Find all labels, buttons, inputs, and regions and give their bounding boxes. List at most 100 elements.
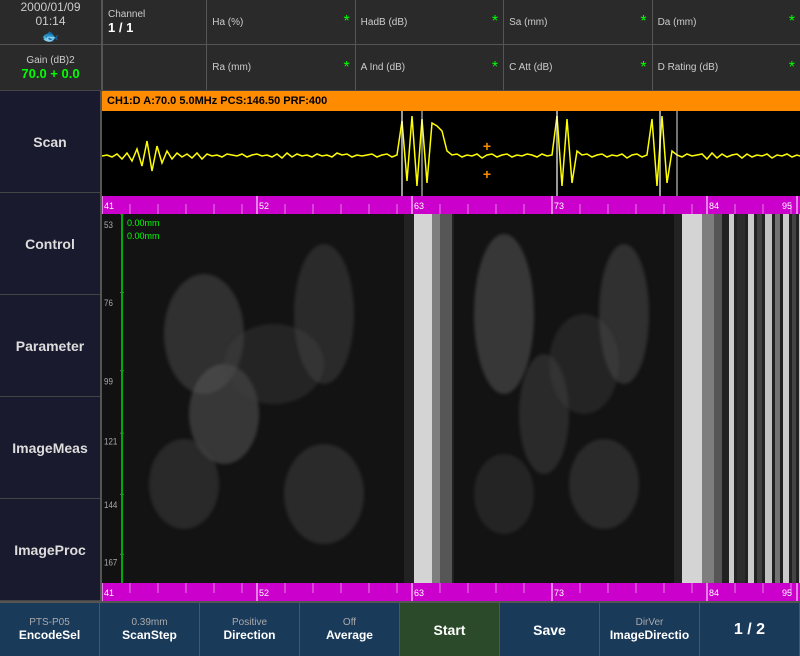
status-scanstep-top: 0.39mm <box>131 617 167 628</box>
scan-image: 0.00mm 0.00mm <box>124 214 800 583</box>
svg-text:84: 84 <box>709 588 719 598</box>
svg-text:52: 52 <box>259 201 269 211</box>
status-average[interactable]: Off Average <box>300 603 400 656</box>
header: 2000/01/09 01:14 🐟 Gain (dB)2 70.0 + 0.0… <box>0 0 800 91</box>
header-left: 2000/01/09 01:14 🐟 Gain (dB)2 70.0 + 0.0 <box>0 0 102 90</box>
sidebar-item-parameter[interactable]: Parameter <box>0 295 100 397</box>
svg-text:73: 73 <box>554 201 564 211</box>
svg-text:53: 53 <box>104 219 113 230</box>
ha-ast: * <box>343 13 349 31</box>
top-ruler-svg: 41 52 63 73 84 95 <box>102 196 800 214</box>
mm-label-2: 0.00mm <box>127 230 160 243</box>
svg-text:167: 167 <box>104 557 118 568</box>
svg-text:+: + <box>483 166 491 182</box>
status-scanstep-bottom: ScanStep <box>122 628 177 642</box>
da-ast: * <box>789 13 795 31</box>
svg-text:52: 52 <box>259 588 269 598</box>
header-cols: Channel 1 / 1 Ha (%) * Ra (mm) * HadB (d… <box>102 0 800 90</box>
svg-text:121: 121 <box>104 436 118 447</box>
drating-bottom: D Rating (dB) * <box>653 45 800 90</box>
gain-section: Gain (dB)2 70.0 + 0.0 <box>0 45 101 90</box>
svg-text:84: 84 <box>709 201 719 211</box>
channel-top: Channel 1 / 1 <box>103 0 206 45</box>
date-display: 2000/01/09 <box>20 0 80 14</box>
main-area: Scan Control Parameter ImageMeas ImagePr… <box>0 91 800 601</box>
aind-ast: * <box>492 59 498 77</box>
svg-text:76: 76 <box>104 298 113 309</box>
status-start-button[interactable]: Start <box>400 603 500 656</box>
gain-value: 70.0 + 0.0 <box>21 66 79 81</box>
sidebar-item-control[interactable]: Control <box>0 193 100 295</box>
da-col: Da (mm) * D Rating (dB) * <box>652 0 800 90</box>
channel-info-bar: CH1:D A:70.0 5.0MHz PCS:146.50 PRF:400 <box>102 91 800 111</box>
status-scanstep[interactable]: 0.39mm ScanStep <box>100 603 200 656</box>
scan-area: 53 76 99 121 144 167 <box>102 214 800 583</box>
depth-ruler: 53 76 99 121 144 167 <box>102 214 124 583</box>
svg-text:99: 99 <box>104 376 113 387</box>
svg-text:63: 63 <box>414 588 424 598</box>
aind-bottom: A Ind (dB) * <box>356 45 503 90</box>
hadb-top: HadB (dB) * <box>356 0 503 45</box>
bottom-ruler: 41 52 63 73 84 95 <box>102 583 800 601</box>
sidebar-item-imageproc[interactable]: ImageProc <box>0 499 100 601</box>
sidebar-item-imagemeas[interactable]: ImageMeas <box>0 397 100 499</box>
hadb-col: HadB (dB) * A Ind (dB) * <box>355 0 503 90</box>
drating-ast: * <box>789 59 795 77</box>
svg-text:41: 41 <box>104 201 114 211</box>
hadb-ast: * <box>492 13 498 31</box>
gain-label: Gain (dB)2 <box>26 55 74 66</box>
ha-top: Ha (%) * <box>207 0 354 45</box>
fish-icon: 🐟 <box>42 28 59 45</box>
catt-bottom: C Att (dB) * <box>504 45 651 90</box>
status-average-top: Off <box>343 617 356 628</box>
svg-text:95: 95 <box>782 201 792 211</box>
ra-bottom: Ra (mm) * <box>207 45 354 90</box>
sa-top: Sa (mm) * <box>504 0 651 45</box>
status-dirver[interactable]: DirVer ImageDirectio <box>600 603 700 656</box>
svg-text:63: 63 <box>414 201 424 211</box>
sa-ast: * <box>640 13 646 31</box>
ra-ast: * <box>343 59 349 77</box>
status-save-label: Save <box>533 622 566 638</box>
status-direction-top: Positive <box>232 617 267 628</box>
mm-labels: 0.00mm 0.00mm <box>127 217 160 242</box>
svg-text:41: 41 <box>104 588 114 598</box>
sa-col: Sa (mm) * C Att (dB) * <box>503 0 651 90</box>
svg-text:+: + <box>483 138 491 154</box>
svg-text:95: 95 <box>782 588 792 598</box>
status-dirver-bottom: ImageDirectio <box>610 628 689 642</box>
status-page-label: 1 / 2 <box>734 621 765 639</box>
status-average-bottom: Average <box>326 628 373 642</box>
channel-value: 1 / 1 <box>108 20 201 35</box>
datetime-section: 2000/01/09 01:14 🐟 <box>0 0 101 45</box>
statusbar: PTS-P05 EncodeSel 0.39mm ScanStep Positi… <box>0 601 800 656</box>
channel-label: Channel <box>108 9 201 20</box>
scan-svg <box>124 214 800 583</box>
waveform-container: + + <box>102 111 800 196</box>
sidebar: Scan Control Parameter ImageMeas ImagePr… <box>0 91 102 601</box>
sidebar-item-scan[interactable]: Scan <box>0 91 100 193</box>
status-pts-p05[interactable]: PTS-P05 EncodeSel <box>0 603 100 656</box>
channel-col: Channel 1 / 1 <box>102 0 206 90</box>
status-page[interactable]: 1 / 2 <box>700 603 800 656</box>
svg-text:73: 73 <box>554 588 564 598</box>
status-direction[interactable]: Positive Direction <box>200 603 300 656</box>
status-start-label: Start <box>434 622 466 638</box>
green-line <box>121 214 123 583</box>
da-top: Da (mm) * <box>653 0 800 45</box>
top-ruler: 41 52 63 73 84 95 <box>102 196 800 214</box>
bottom-ruler-svg: 41 52 63 73 84 95 <box>102 583 800 601</box>
status-pts-top: PTS-P05 <box>29 617 70 628</box>
content-area: CH1:D A:70.0 5.0MHz PCS:146.50 PRF:400 +… <box>102 91 800 601</box>
waveform-svg: + + <box>102 111 800 196</box>
svg-text:144: 144 <box>104 499 118 510</box>
time-display: 01:14 <box>35 14 65 28</box>
catt-ast: * <box>640 59 646 77</box>
status-direction-bottom: Direction <box>223 628 275 642</box>
status-pts-bottom: EncodeSel <box>19 628 80 642</box>
channel-bottom <box>103 45 206 90</box>
ha-col: Ha (%) * Ra (mm) * <box>206 0 354 90</box>
mm-label-1: 0.00mm <box>127 217 160 230</box>
status-save-button[interactable]: Save <box>500 603 600 656</box>
status-dirver-top: DirVer <box>636 617 664 628</box>
